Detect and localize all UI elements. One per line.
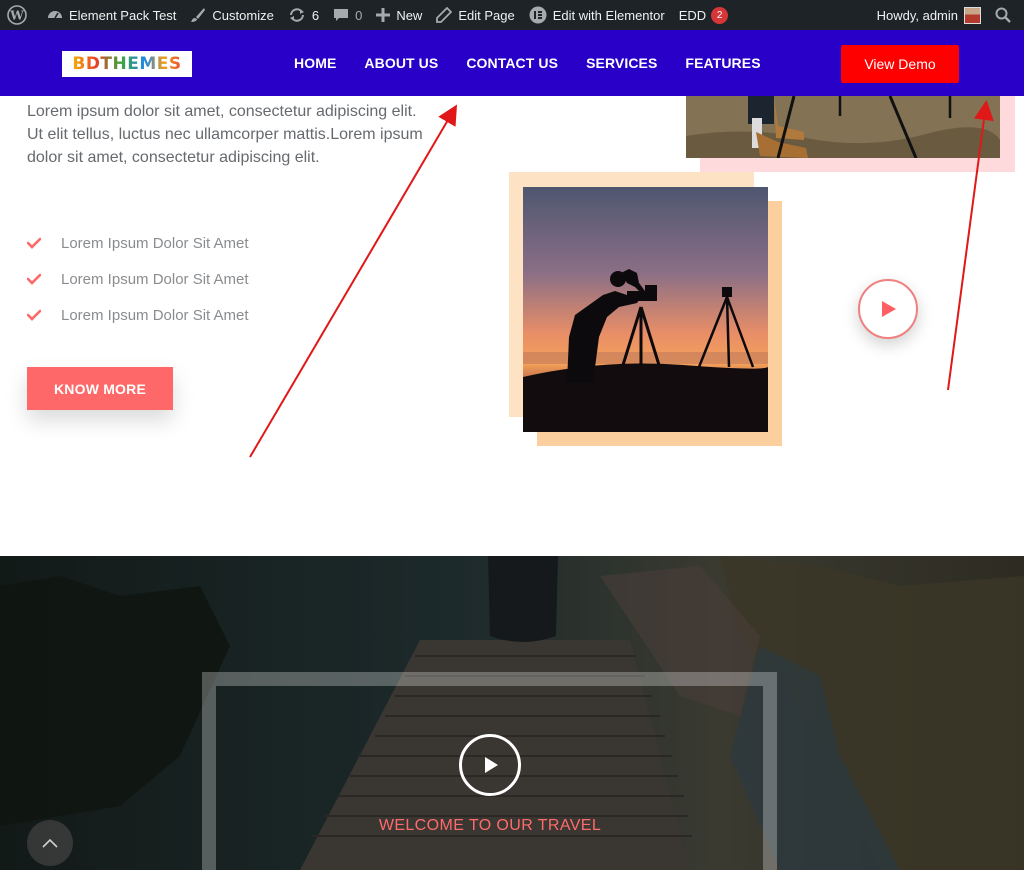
- search-icon: [995, 7, 1011, 23]
- scroll-to-top-button[interactable]: [27, 820, 73, 866]
- avatar: [964, 6, 981, 24]
- nav-features[interactable]: FEATURES: [685, 55, 760, 71]
- wordpress-icon: W: [7, 5, 27, 25]
- edd-link[interactable]: EDD 2: [672, 0, 735, 30]
- updates-icon: [289, 8, 304, 22]
- customize-link[interactable]: Customize: [183, 0, 280, 30]
- feature-list: Lorem Ipsum Dolor Sit Amet Lorem Ipsum D…: [27, 225, 249, 333]
- site-logo[interactable]: BDTHEMES: [62, 51, 192, 77]
- photographer-sunset-photo: [523, 187, 768, 432]
- edd-label: EDD: [678, 7, 707, 23]
- site-name-link[interactable]: Element Pack Test: [40, 0, 183, 30]
- updates-count: 6: [311, 7, 320, 23]
- search-toggle[interactable]: [988, 0, 1024, 30]
- view-demo-button[interactable]: View Demo: [841, 45, 959, 83]
- edit-page-label: Edit Page: [458, 7, 515, 23]
- logo-text: BDTHEMES: [72, 54, 182, 74]
- list-item-label: Lorem Ipsum Dolor Sit Amet: [61, 306, 249, 324]
- hero-play-button[interactable]: [459, 734, 521, 796]
- edit-elementor-link[interactable]: Edit with Elementor: [522, 0, 672, 30]
- wordpress-menu[interactable]: W: [0, 0, 40, 30]
- nav-home[interactable]: HOME: [294, 55, 336, 71]
- play-icon: [882, 301, 896, 317]
- list-item-label: Lorem Ipsum Dolor Sit Amet: [61, 234, 249, 252]
- play-icon: [485, 757, 498, 773]
- comment-icon: [334, 9, 349, 21]
- main-nav: HOME ABOUT US CONTACT US SERVICES FEATUR…: [280, 30, 775, 96]
- intro-text: Lorem ipsum dolor sit amet, consectetur …: [27, 103, 423, 166]
- pencil-icon: [436, 7, 453, 23]
- list-item: Lorem Ipsum Dolor Sit Amet: [27, 225, 249, 261]
- chevron-up-icon: [42, 838, 58, 848]
- check-icon: [27, 237, 41, 249]
- list-item-label: Lorem Ipsum Dolor Sit Amet: [61, 270, 249, 288]
- edit-elementor-label: Edit with Elementor: [552, 7, 665, 23]
- edd-badge: 2: [711, 6, 729, 24]
- nav-contact-us[interactable]: CONTACT US: [466, 55, 558, 71]
- new-content-link[interactable]: New: [369, 0, 429, 30]
- know-more-button[interactable]: KNOW MORE: [27, 367, 173, 410]
- howdy-label: Howdy, admin: [876, 7, 958, 23]
- comments-count: 0: [355, 7, 363, 23]
- nav-services[interactable]: SERVICES: [586, 55, 657, 71]
- dashboard-icon: [48, 11, 62, 19]
- nav-about-us[interactable]: ABOUT US: [364, 55, 438, 71]
- new-label: New: [396, 7, 423, 23]
- comments-link[interactable]: 0: [326, 0, 369, 30]
- list-item: Lorem Ipsum Dolor Sit Amet: [27, 261, 249, 297]
- hiker-photo: [686, 96, 1000, 158]
- admin-bar: W Element Pack Test Customize 6 0 New Ed…: [0, 0, 1024, 30]
- edit-page-link[interactable]: Edit Page: [429, 0, 521, 30]
- list-item: Lorem Ipsum Dolor Sit Amet: [27, 297, 249, 333]
- check-icon: [27, 309, 41, 321]
- plus-icon: [376, 8, 391, 22]
- site-name: Element Pack Test: [69, 7, 177, 23]
- customize-label: Customize: [212, 7, 274, 23]
- account-menu[interactable]: Howdy, admin: [870, 0, 988, 30]
- brush-icon: [191, 8, 206, 22]
- travel-hero: WELCOME TO OUR TRAVEL: [0, 556, 1024, 870]
- hero-title: WELCOME TO OUR TRAVEL: [378, 817, 602, 834]
- site-header: BDTHEMES HOME ABOUT US CONTACT US SERVIC…: [0, 30, 1024, 96]
- check-icon: [27, 273, 41, 285]
- updates-link[interactable]: 6: [281, 0, 326, 30]
- svg-text:W: W: [9, 9, 24, 23]
- video-play-button[interactable]: [858, 279, 918, 339]
- elementor-icon: [529, 6, 547, 24]
